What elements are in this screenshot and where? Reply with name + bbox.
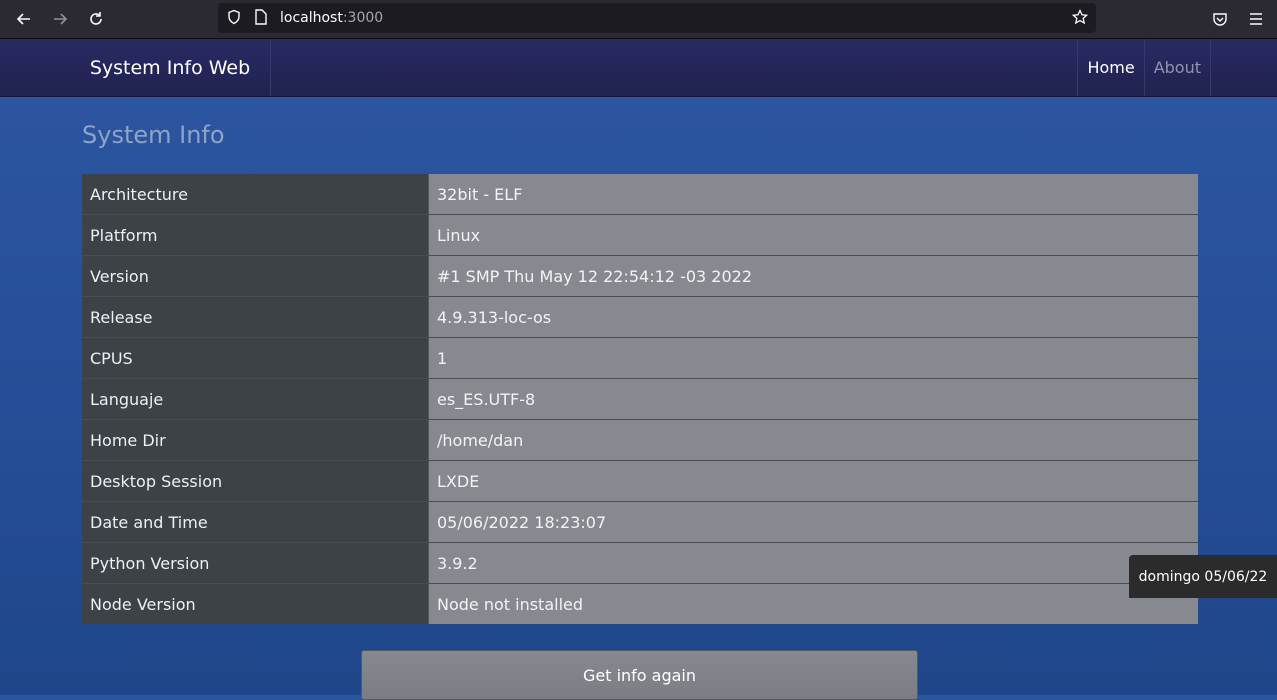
row-key: Date and Time [82, 501, 429, 543]
row-key: Architecture [82, 174, 429, 215]
row-value: 32bit - ELF [428, 174, 1198, 215]
row-value: es_ES.UTF-8 [428, 378, 1198, 420]
url-bar[interactable]: localhost:3000 [218, 3, 1096, 33]
table-row: Release 4.9.313-loc-os [82, 296, 1198, 338]
row-value: Linux [428, 214, 1198, 256]
row-value: 3.9.2 [428, 542, 1198, 584]
row-value: Node not installed [428, 583, 1198, 624]
row-key: Version [82, 255, 429, 297]
brand-title[interactable]: System Info Web [70, 39, 271, 96]
row-key: Node Version [82, 583, 429, 624]
url-text[interactable]: localhost:3000 [280, 10, 383, 26]
reload-icon[interactable] [84, 7, 108, 31]
nav-link-about[interactable]: About [1143, 39, 1211, 96]
row-key: Platform [82, 214, 429, 256]
row-value: 1 [428, 337, 1198, 379]
row-key: Python Version [82, 542, 429, 584]
table-row: Architecture 32bit - ELF [82, 174, 1198, 215]
table-row: Home Dir/home/dan [82, 419, 1198, 461]
table-row: Python Version 3.9.2 [82, 542, 1198, 584]
row-value: 4.9.313-loc-os [428, 296, 1198, 338]
table-row: Platform Linux [82, 214, 1198, 256]
row-key: Desktop Session [82, 460, 429, 502]
get-info-again-button[interactable]: Get info again [361, 650, 918, 700]
taskbar-clock: domingo 05/06/22 [1129, 555, 1277, 598]
table-row: Date and Time 05/06/2022 18:23:07 [82, 501, 1198, 543]
table-row: Node Version Node not installed [82, 583, 1198, 624]
row-value: /home/dan [428, 419, 1198, 461]
table-row: CPUS 1 [82, 337, 1198, 379]
table-row: Desktop Session LXDE [82, 460, 1198, 502]
nav-link-home[interactable]: Home [1077, 39, 1143, 96]
back-arrow-icon[interactable] [12, 7, 36, 31]
shield-icon[interactable] [226, 9, 242, 29]
nav-links: Home About [1077, 39, 1211, 96]
row-value: #1 SMP Thu May 12 22:54:12 -03 2022 [428, 255, 1198, 297]
system-info-table: Architecture 32bit - ELF Platform Linux Ve… [82, 174, 1198, 624]
main-content: System Info Architecture 32bit - ELF Plat… [0, 97, 1277, 700]
row-key: CPUS [82, 337, 429, 379]
table-row: Languaje es_ES.UTF-8 [82, 378, 1198, 420]
page-icon [254, 9, 268, 29]
pocket-icon[interactable] [1208, 7, 1232, 31]
url-host: localhost [280, 10, 343, 26]
row-key: Languaje [82, 378, 429, 420]
row-key: Home Dir [82, 419, 429, 461]
star-icon[interactable] [1071, 8, 1089, 29]
row-value: 05/06/2022 18:23:07 [428, 501, 1198, 543]
url-port: :3000 [342, 10, 384, 26]
table-row: Version #1 SMP Thu May 12 22:54:12 -03 20… [82, 255, 1198, 297]
row-key: Release [82, 296, 429, 338]
menu-icon[interactable] [1244, 7, 1268, 31]
navbar: System Info Web Home About [0, 39, 1277, 97]
browser-toolbar: localhost:3000 [0, 0, 1277, 39]
page-title: System Info [82, 121, 225, 149]
forward-arrow-icon[interactable] [48, 7, 72, 31]
row-value: LXDE [428, 460, 1198, 502]
